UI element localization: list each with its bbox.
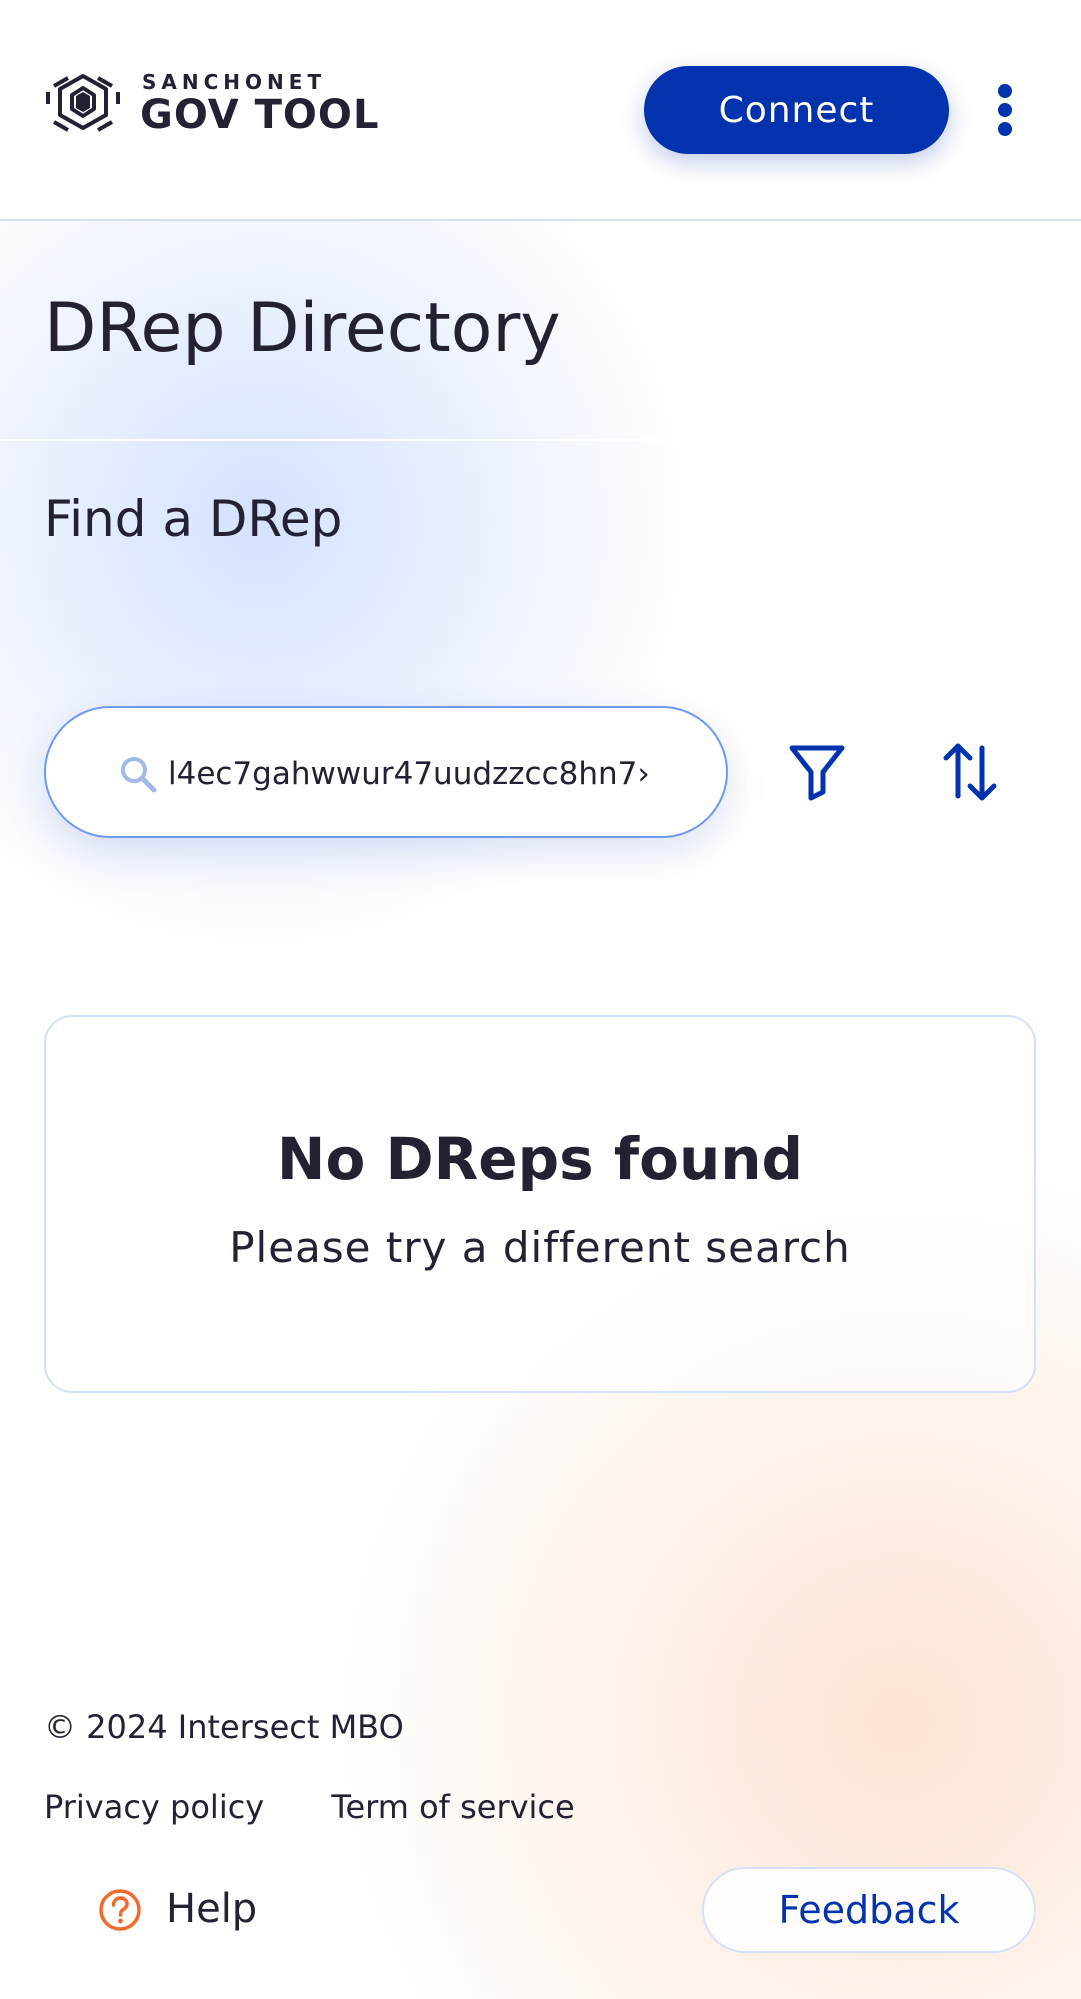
logo-network-label: SANCHONET [142,70,327,94]
hexagon-logo-icon [46,74,120,132]
drep-search-box[interactable] [44,706,728,838]
filter-icon [789,745,845,801]
app-header: SANCHONET GOV TOOL Connect [0,0,1081,221]
footer-links: Privacy policy Term of service [44,1788,637,1826]
section-title: Find a DRep [44,490,343,548]
govtool-logo[interactable]: SANCHONET GOV TOOL [44,66,384,142]
help-label: Help [166,1886,258,1932]
question-circle-icon [99,1889,141,1931]
connect-wallet-button[interactable]: Connect [644,66,949,154]
search-icon [121,757,157,793]
logo-product-name: GOV TOOL [140,92,380,138]
empty-state-title: No DReps found [276,1125,804,1193]
more-menu-button[interactable] [985,80,1025,140]
feedback-button[interactable]: Feedback [702,1867,1036,1953]
privacy-policy-link[interactable]: Privacy policy [44,1788,264,1826]
search-input[interactable] [168,738,708,810]
terms-of-service-link[interactable]: Term of service [331,1788,574,1826]
copyright-text: © 2024 Intersect MBO [44,1708,404,1746]
page-title-banner: DRep Directory [0,221,1081,441]
empty-state-subtitle: Please try a different search [229,1223,851,1272]
sort-button[interactable] [940,740,1000,804]
filter-button[interactable] [786,742,848,802]
more-vertical-icon [998,84,1012,98]
empty-results-card: No DReps found Please try a different se… [44,1015,1036,1393]
page-title: DRep Directory [44,289,561,368]
sort-arrows-icon [943,743,997,801]
